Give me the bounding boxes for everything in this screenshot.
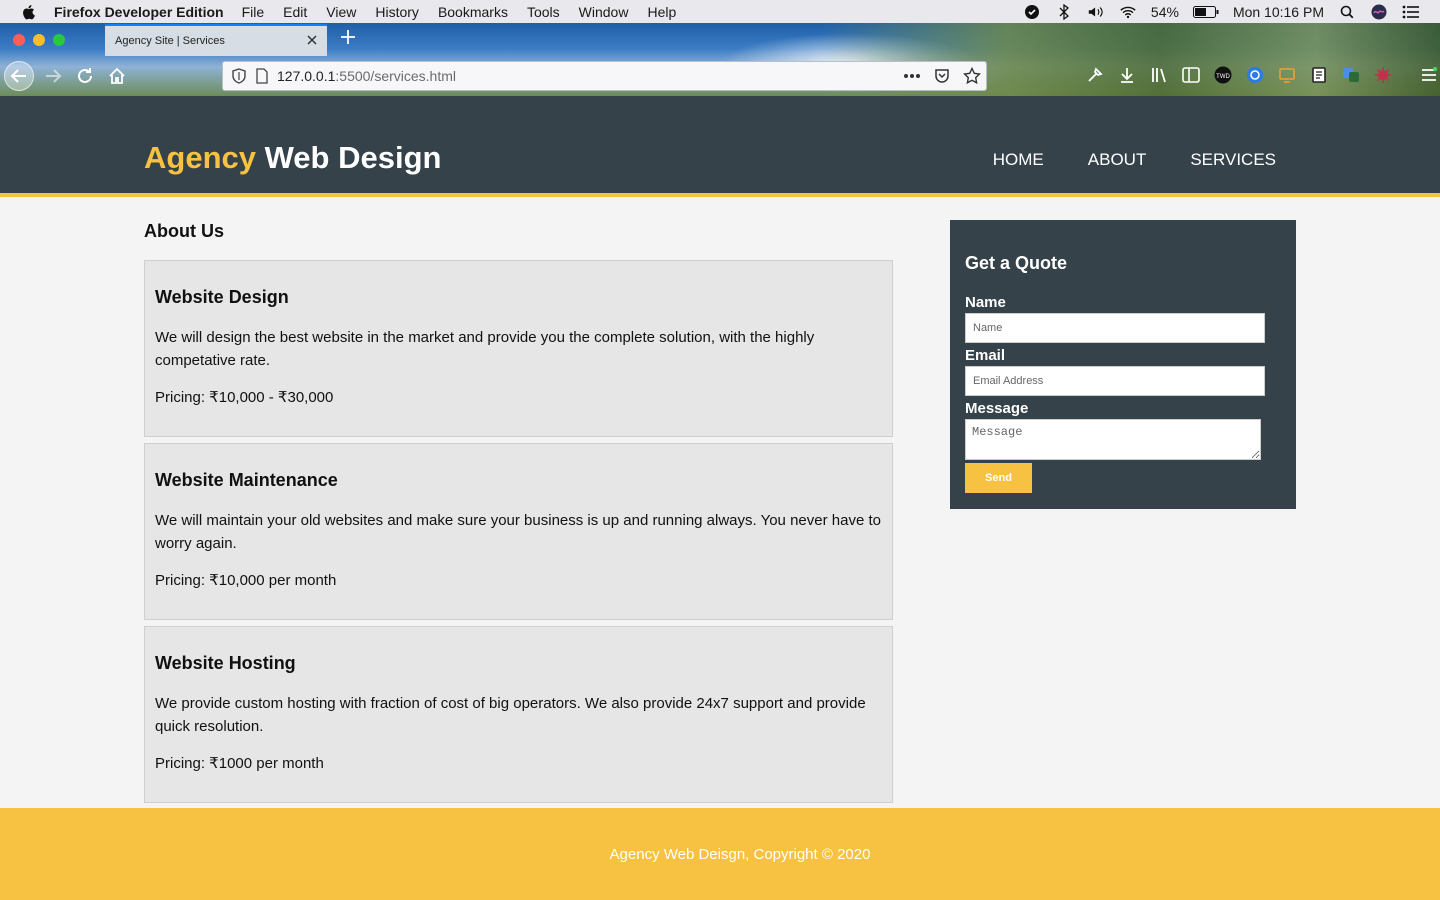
service-title: Website Design [155, 287, 289, 307]
email-label: Email [965, 347, 1006, 364]
service-title: Website Hosting [155, 653, 296, 673]
extension-translate-icon[interactable] [1341, 65, 1361, 85]
tab-agency-site[interactable]: Agency Site | Services [105, 24, 327, 56]
tracking-protection-icon[interactable] [231, 68, 247, 84]
main-nav: HOME ABOUT SERVICES [993, 150, 1276, 170]
service-description: We provide custom hosting with fraction … [155, 695, 866, 735]
notification-center-icon[interactable] [1402, 4, 1420, 20]
service-description: We will maintain your old websites and m… [155, 512, 881, 552]
extension-twd-icon[interactable]: TWD [1213, 65, 1233, 85]
extension-virus-icon[interactable] [1373, 65, 1393, 85]
logo-text: Web Design [264, 140, 442, 175]
url-path: :5500/services.html [335, 68, 456, 84]
service-card-design: Website Design We will design the best w… [144, 260, 893, 437]
extension-globe-icon[interactable] [1245, 65, 1265, 85]
home-button[interactable] [102, 61, 132, 91]
menu-tools[interactable]: Tools [527, 4, 560, 20]
navigation-toolbar: 127.0.0.1:5500/services.html TWD [0, 56, 1440, 96]
nav-home[interactable]: HOME [993, 150, 1044, 170]
service-pricing: Pricing: ₹10,000 - ₹30,000 [155, 389, 334, 406]
os-menubar: Firefox Developer Edition File Edit View… [0, 0, 1440, 23]
back-button[interactable] [4, 61, 34, 91]
service-pricing: Pricing: ₹10,000 per month [155, 572, 337, 589]
service-description: We will design the best website in the m… [155, 329, 815, 369]
address-bar[interactable]: 127.0.0.1:5500/services.html [222, 61, 987, 91]
main-content: About Us Website Design We will design t… [144, 218, 893, 809]
service-card-hosting: Website Hosting We provide custom hostin… [144, 626, 893, 803]
close-tab-icon[interactable] [305, 33, 319, 47]
menu-bookmarks[interactable]: Bookmarks [438, 4, 508, 20]
service-card-maintenance: Website Maintenance We will maintain you… [144, 443, 893, 620]
page-info-icon[interactable] [255, 68, 269, 84]
page-actions-icon[interactable] [902, 66, 922, 86]
browser-chrome: Agency Site | Services 127.0.0.1:5500/se… [0, 23, 1440, 96]
library-icon[interactable] [1149, 65, 1169, 85]
battery-icon[interactable] [1192, 4, 1219, 20]
minimize-window-button[interactable] [33, 34, 45, 46]
nav-services[interactable]: SERVICES [1190, 150, 1276, 170]
tab-bar: Agency Site | Services [0, 23, 1440, 56]
name-field[interactable] [965, 313, 1265, 343]
message-field[interactable] [965, 419, 1261, 460]
extension-notes-icon[interactable] [1309, 65, 1329, 85]
menu-file[interactable]: File [242, 4, 265, 20]
app-name[interactable]: Firefox Developer Edition [54, 4, 224, 20]
bluetooth-icon[interactable] [1055, 3, 1073, 20]
site-logo[interactable]: Agency Web Design [144, 140, 441, 176]
nav-about[interactable]: ABOUT [1088, 150, 1147, 170]
menu-view[interactable]: View [326, 4, 356, 20]
email-field[interactable] [965, 366, 1265, 396]
send-button[interactable]: Send [965, 463, 1032, 493]
menu-help[interactable]: Help [647, 4, 676, 20]
new-tab-button[interactable] [338, 29, 358, 49]
menu-history[interactable]: History [375, 4, 419, 20]
service-pricing: Pricing: ₹1000 per month [155, 755, 324, 772]
svg-text:TWD: TWD [1216, 74, 1230, 80]
siri-icon[interactable] [1370, 4, 1388, 20]
quote-title: Get a Quote [965, 253, 1068, 273]
downloads-icon[interactable] [1117, 65, 1137, 85]
bookmark-star-icon[interactable] [962, 66, 982, 86]
zoom-window-button[interactable] [53, 34, 65, 46]
logo-highlight: Agency [144, 140, 256, 175]
menu-edit[interactable]: Edit [283, 4, 307, 20]
service-title: Website Maintenance [155, 470, 338, 490]
copyright-text: Agency Web Deisgn, Copyright © 2020 [609, 845, 871, 863]
tab-title: Agency Site | Services [115, 35, 225, 47]
url-host: 127.0.0.1 [277, 68, 336, 84]
page-title: About Us [144, 221, 224, 241]
apple-icon[interactable] [19, 3, 37, 21]
url-text[interactable]: 127.0.0.1:5500/services.html [277, 68, 456, 84]
site-footer: Agency Web Deisgn, Copyright © 2020 [0, 808, 1440, 900]
developer-tools-icon[interactable] [1085, 65, 1105, 85]
forward-button[interactable] [38, 61, 68, 91]
close-window-button[interactable] [13, 34, 25, 46]
clock[interactable]: Mon 10:16 PM [1233, 4, 1324, 20]
sidebar-toggle-icon[interactable] [1181, 65, 1201, 85]
window-controls [13, 34, 65, 46]
extension-screen-icon[interactable] [1277, 65, 1297, 85]
wifi-icon[interactable] [1119, 4, 1137, 20]
quote-sidebar: Get a Quote Name Email Message Send [950, 220, 1296, 509]
shield-check-icon[interactable] [1023, 4, 1041, 20]
message-label: Message [965, 400, 1029, 417]
battery-percent: 54% [1150, 3, 1179, 20]
volume-icon[interactable] [1087, 4, 1105, 20]
reload-button[interactable] [70, 61, 100, 91]
menu-window[interactable]: Window [579, 4, 629, 20]
toolbar-extensions: TWD [1085, 65, 1439, 85]
pocket-icon[interactable] [932, 66, 952, 86]
name-label: Name [965, 294, 1006, 311]
site-header: Agency Web Design HOME ABOUT SERVICES [0, 96, 1440, 197]
spotlight-search-icon[interactable] [1338, 4, 1356, 20]
app-menu-icon[interactable] [1419, 65, 1439, 85]
